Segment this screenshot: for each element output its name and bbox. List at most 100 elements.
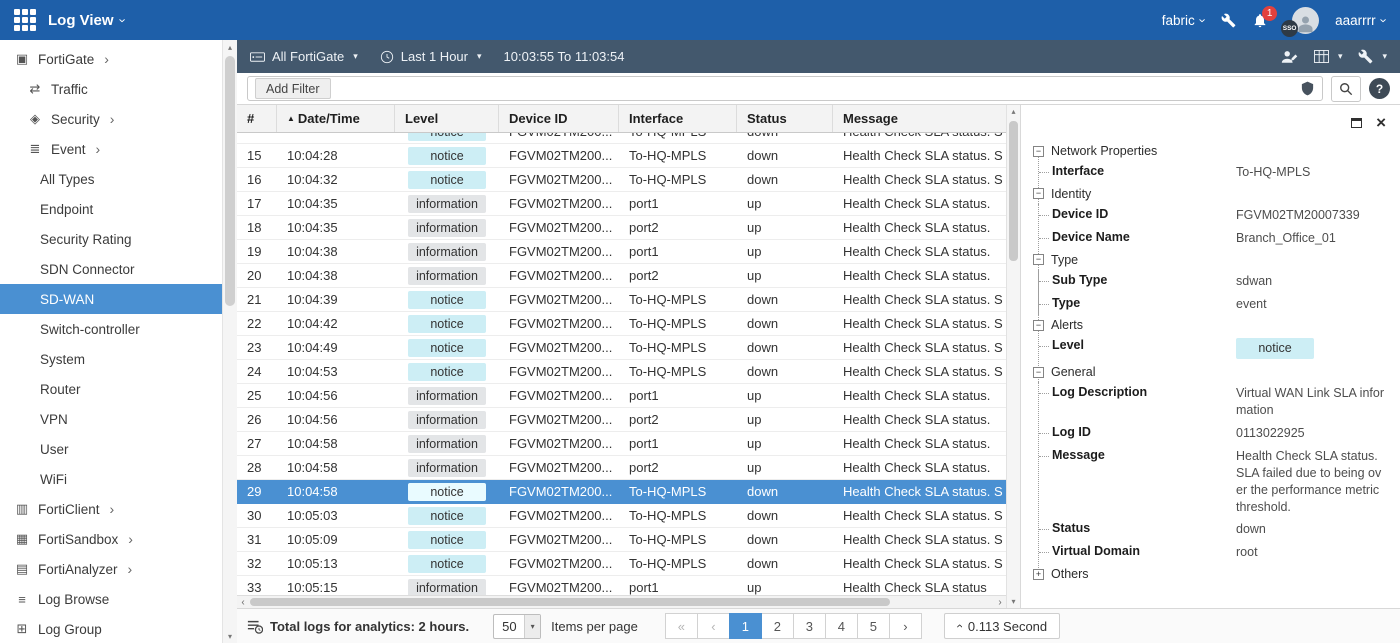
notifications-bell-icon[interactable]: 1 — [1252, 12, 1268, 29]
column-header-device-id[interactable]: Device ID — [499, 105, 619, 132]
log-row[interactable]: 30 10:05:03 notice FGVM02TM200... To-HQ-… — [237, 504, 1006, 528]
log-row[interactable]: 17 10:04:35 information FGVM02TM200... p… — [237, 192, 1006, 216]
avatar[interactable]: SSO — [1292, 7, 1319, 34]
scroll-down-icon[interactable]: ▾ — [223, 629, 237, 643]
log-row[interactable]: 15 10:04:28 notice FGVM02TM200... To-HQ-… — [237, 144, 1006, 168]
log-row[interactable]: 33 10:05:15 information FGVM02TM200... p… — [237, 576, 1006, 595]
column-header-level[interactable]: Level — [395, 105, 499, 132]
log-row[interactable]: 20 10:04:38 information FGVM02TM200... p… — [237, 264, 1006, 288]
scroll-down-icon[interactable]: ▾ — [1007, 595, 1020, 608]
collapse-toggle-icon[interactable]: − — [1033, 367, 1044, 378]
close-icon[interactable]: × — [1376, 114, 1386, 131]
apps-grid-icon[interactable] — [14, 9, 36, 31]
sidebar-item-wifi[interactable]: WiFi — [0, 464, 222, 494]
shield-icon[interactable] — [1300, 80, 1315, 97]
sidebar-item-forticlient[interactable]: ▥ FortiClient › — [0, 494, 222, 524]
help-button[interactable]: ? — [1369, 78, 1390, 99]
log-row[interactable]: 31 10:05:09 notice FGVM02TM200... To-HQ-… — [237, 528, 1006, 552]
sidebar-item-fortianalyzer[interactable]: ▤ FortiAnalyzer › — [0, 554, 222, 584]
page-button-[interactable]: › — [889, 613, 922, 639]
collapse-toggle-icon[interactable]: + — [1033, 569, 1044, 580]
column-header-datetime[interactable]: ▲ Date/Time — [277, 105, 395, 132]
sidebar-item-traffic[interactable]: ⇄ Traffic — [0, 74, 222, 104]
table-settings-button[interactable]: ▾ — [1314, 50, 1343, 63]
sidebar-item-user[interactable]: User — [0, 434, 222, 464]
tools-button[interactable]: ▾ — [1358, 49, 1387, 64]
time-range-selector[interactable]: Last 1 Hour ▾ — [380, 49, 482, 64]
column-header-status[interactable]: Status — [737, 105, 833, 132]
log-row[interactable]: 27 10:04:58 information FGVM02TM200... p… — [237, 432, 1006, 456]
log-row[interactable]: 29 10:04:58 notice FGVM02TM200... To-HQ-… — [237, 480, 1006, 504]
sidebar-item-all-types[interactable]: All Types — [0, 164, 222, 194]
sidebar-item-log-browse[interactable]: ≡ Log Browse — [0, 584, 222, 614]
sidebar-item-log-group[interactable]: ⊞ Log Group — [0, 614, 222, 643]
sidebar-item-sd-wan[interactable]: SD-WAN — [0, 284, 222, 314]
wrench-icon[interactable] — [1221, 13, 1236, 28]
log-row[interactable]: 25 10:04:56 information FGVM02TM200... p… — [237, 384, 1006, 408]
page-button-5[interactable]: 5 — [857, 613, 890, 639]
scroll-right-icon[interactable]: › — [994, 596, 1006, 608]
scroll-up-icon[interactable]: ▴ — [223, 40, 237, 54]
sidebar-item-event[interactable]: ≣ Event › — [0, 134, 222, 164]
detail-group-header[interactable]: − General — [1033, 362, 1386, 382]
detail-group-header[interactable]: − Network Properties — [1033, 141, 1386, 161]
detail-group-header[interactable]: − Type — [1033, 250, 1386, 270]
page-size-select[interactable]: 50 ▾ — [493, 614, 541, 639]
collapse-toggle-icon[interactable]: − — [1033, 254, 1044, 265]
collapse-toggle-icon[interactable]: − — [1033, 146, 1044, 157]
sidebar-scrollbar[interactable]: ▴ ▾ — [222, 40, 237, 643]
sidebar-item-endpoint[interactable]: Endpoint — [0, 194, 222, 224]
add-filter-button[interactable]: Add Filter — [255, 78, 331, 99]
device-selector[interactable]: All FortiGate ▾ — [250, 49, 358, 64]
page-button-1[interactable]: 1 — [729, 613, 762, 639]
search-button[interactable] — [1331, 76, 1361, 102]
log-row[interactable]: 16 10:04:32 notice FGVM02TM200... To-HQ-… — [237, 168, 1006, 192]
page-button-[interactable]: ‹ — [697, 613, 730, 639]
scrollbar-thumb[interactable] — [1009, 121, 1018, 261]
log-row[interactable]: 18 10:04:35 information FGVM02TM200... p… — [237, 216, 1006, 240]
column-header-num[interactable]: # — [237, 105, 277, 132]
log-row[interactable]: 23 10:04:49 notice FGVM02TM200... To-HQ-… — [237, 336, 1006, 360]
user-edit-icon[interactable] — [1280, 49, 1298, 64]
log-row[interactable]: 26 10:04:56 information FGVM02TM200... p… — [237, 408, 1006, 432]
sidebar-item-fortisandbox[interactable]: ▦ FortiSandbox › — [0, 524, 222, 554]
page-button-3[interactable]: 3 — [793, 613, 826, 639]
chevron-down-icon[interactable]: › — [116, 18, 129, 22]
sidebar-item-switch-controller[interactable]: Switch-controller — [0, 314, 222, 344]
sidebar-item-security-rating[interactable]: Security Rating — [0, 224, 222, 254]
detail-group-header[interactable]: − Identity — [1033, 184, 1386, 204]
query-time-button[interactable]: › 0.113 Second — [944, 613, 1060, 639]
page-button-4[interactable]: 4 — [825, 613, 858, 639]
sidebar-item-sdn-connector[interactable]: SDN Connector — [0, 254, 222, 284]
detail-group-header[interactable]: − Alerts — [1033, 315, 1386, 335]
column-header-message[interactable]: Message — [833, 105, 1006, 132]
scroll-up-icon[interactable]: ▴ — [1007, 105, 1020, 118]
user-menu[interactable]: aaarrrr › — [1335, 13, 1386, 28]
filter-input[interactable]: Add Filter — [247, 76, 1323, 101]
log-row[interactable]: 19 10:04:38 information FGVM02TM200... p… — [237, 240, 1006, 264]
vertical-scrollbar[interactable]: ▴ ▾ — [1006, 105, 1020, 608]
sidebar-item-security[interactable]: ◈ Security › — [0, 104, 222, 134]
log-row[interactable]: notice FGVM02TM200... To-HQ-MPLS down He… — [237, 133, 1006, 144]
detail-group-header[interactable]: + Others — [1033, 564, 1386, 584]
log-row[interactable]: 24 10:04:53 notice FGVM02TM200... To-HQ-… — [237, 360, 1006, 384]
column-header-interface[interactable]: Interface — [619, 105, 737, 132]
page-button-2[interactable]: 2 — [761, 613, 794, 639]
log-row[interactable]: 22 10:04:42 notice FGVM02TM200... To-HQ-… — [237, 312, 1006, 336]
scrollbar-thumb[interactable] — [250, 598, 890, 606]
log-row[interactable]: 32 10:05:13 notice FGVM02TM200... To-HQ-… — [237, 552, 1006, 576]
sidebar-item-vpn[interactable]: VPN — [0, 404, 222, 434]
sidebar-item-system[interactable]: System — [0, 344, 222, 374]
scroll-left-icon[interactable]: ‹ — [237, 596, 249, 608]
sidebar-item-fortigate[interactable]: ▣ FortiGate › — [0, 44, 222, 74]
restore-window-icon[interactable] — [1351, 118, 1362, 128]
collapse-toggle-icon[interactable]: − — [1033, 188, 1044, 199]
collapse-toggle-icon[interactable]: − — [1033, 320, 1044, 331]
scrollbar-thumb[interactable] — [225, 56, 235, 306]
log-row[interactable]: 21 10:04:39 notice FGVM02TM200... To-HQ-… — [237, 288, 1006, 312]
log-row[interactable]: 28 10:04:58 information FGVM02TM200... p… — [237, 456, 1006, 480]
page-button-[interactable]: « — [665, 613, 698, 639]
horizontal-scrollbar[interactable]: ‹ › — [237, 595, 1006, 608]
fabric-selector[interactable]: fabric › — [1162, 13, 1205, 28]
sidebar-item-router[interactable]: Router — [0, 374, 222, 404]
